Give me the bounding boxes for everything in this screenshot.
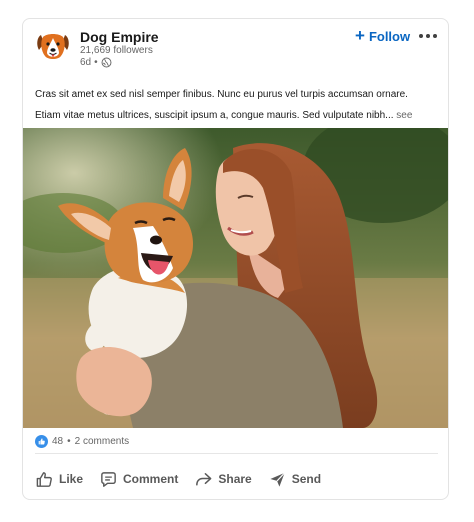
- globe-icon: [101, 57, 112, 68]
- meta-separator: •: [94, 57, 98, 68]
- send-label: Send: [291, 472, 322, 486]
- post-header: Dog Empire 21,669 followers 6d • + Follo…: [23, 19, 448, 79]
- dog-face-icon: [37, 34, 69, 59]
- like-label: Like: [59, 472, 84, 486]
- post-meta: 6d •: [80, 57, 112, 68]
- woman-holding-corgi-photo: [23, 128, 448, 428]
- social-counts: 48 • 2 comments: [35, 435, 129, 448]
- divider: [35, 453, 438, 454]
- follower-count: 21,669 followers: [80, 45, 153, 56]
- share-label: Share: [218, 472, 252, 486]
- thumbs-up-icon: [36, 471, 52, 487]
- like-reaction-icon: [35, 435, 48, 448]
- plus-icon: +: [355, 25, 365, 45]
- company-avatar[interactable]: [35, 29, 71, 65]
- comment-button[interactable]: Comment: [97, 468, 180, 491]
- comments-count[interactable]: 2 comments: [75, 436, 129, 447]
- follow-button[interactable]: + Follow: [351, 25, 414, 47]
- more-options-icon[interactable]: [417, 27, 439, 45]
- send-icon: [270, 471, 285, 487]
- share-arrow-icon: [196, 472, 212, 485]
- like-button[interactable]: Like: [33, 468, 85, 491]
- company-name[interactable]: Dog Empire: [80, 29, 159, 45]
- post-age: 6d: [80, 57, 92, 68]
- send-button[interactable]: Send: [266, 468, 323, 491]
- share-button[interactable]: Share: [192, 468, 253, 491]
- post-card: Dog Empire 21,669 followers 6d • + Follo…: [22, 18, 449, 500]
- comment-icon: [101, 471, 116, 487]
- post-image[interactable]: [23, 128, 448, 428]
- follow-label: Follow: [368, 28, 411, 44]
- counts-separator: •: [67, 436, 71, 447]
- action-bar: Like Comment Share Send: [33, 465, 323, 493]
- reaction-count[interactable]: 48: [52, 436, 63, 447]
- comment-label: Comment: [123, 472, 179, 486]
- post-body: Cras sit amet ex sed nisl semper finibus…: [35, 89, 408, 121]
